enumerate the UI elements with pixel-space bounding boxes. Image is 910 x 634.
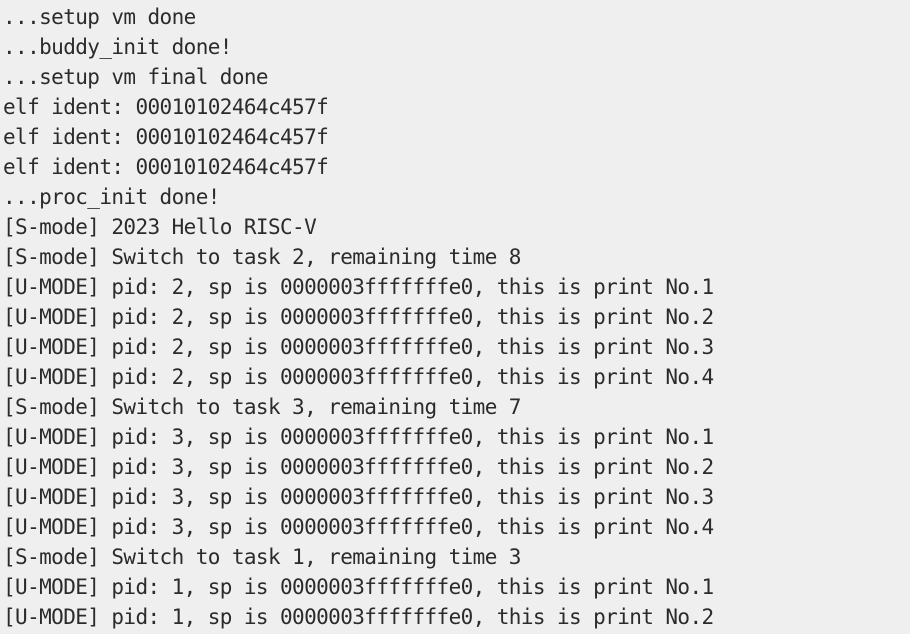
- terminal-line: [U-MODE] pid: 2, sp is 0000003fffffffe0,…: [3, 365, 714, 389]
- terminal-line: [U-MODE] pid: 3, sp is 0000003fffffffe0,…: [3, 485, 714, 509]
- terminal-line: ...proc_init done!: [3, 185, 220, 209]
- terminal-line: elf ident: 00010102464c457f: [3, 155, 329, 179]
- terminal-line: [S-mode] Switch to task 2, remaining tim…: [3, 245, 521, 269]
- terminal-line: [U-MODE] pid: 1, sp is 0000003fffffffe0,…: [3, 575, 714, 599]
- terminal-line: [U-MODE] pid: 2, sp is 0000003fffffffe0,…: [3, 275, 714, 299]
- terminal-line: [U-MODE] pid: 2, sp is 0000003fffffffe0,…: [3, 335, 714, 359]
- terminal-line: [S-mode] Switch to task 3, remaining tim…: [3, 395, 521, 419]
- terminal-line: [U-MODE] pid: 3, sp is 0000003fffffffe0,…: [3, 515, 714, 539]
- terminal-line: [U-MODE] pid: 2, sp is 0000003fffffffe0,…: [3, 305, 714, 329]
- terminal-line: [U-MODE] pid: 1, sp is 0000003fffffffe0,…: [3, 605, 714, 629]
- terminal-line: elf ident: 00010102464c457f: [3, 125, 329, 149]
- terminal-output[interactable]: ...setup vm done ...buddy_init done! ...…: [0, 0, 910, 634]
- terminal-line: [S-mode] Switch to task 1, remaining tim…: [3, 545, 521, 569]
- terminal-line: ...setup vm done: [3, 5, 196, 29]
- terminal-line: [U-MODE] pid: 3, sp is 0000003fffffffe0,…: [3, 455, 714, 479]
- terminal-line: [S-mode] 2023 Hello RISC-V: [3, 215, 317, 239]
- terminal-line: ...setup vm final done: [3, 65, 269, 89]
- terminal-line: ...buddy_init done!: [3, 35, 232, 59]
- terminal-line: [U-MODE] pid: 3, sp is 0000003fffffffe0,…: [3, 425, 714, 449]
- terminal-line: elf ident: 00010102464c457f: [3, 95, 329, 119]
